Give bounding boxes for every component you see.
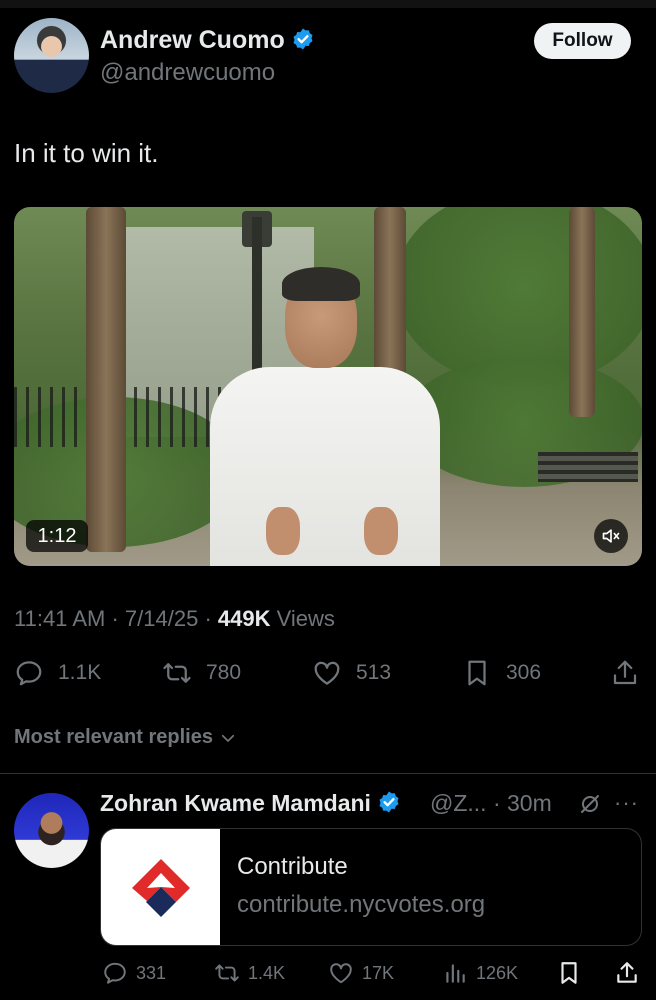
reply-like-action[interactable]: 17K <box>328 955 394 991</box>
reply-action[interactable]: 1.1K <box>14 655 101 691</box>
meta-dot: · <box>204 606 212 631</box>
repost-action[interactable]: 780 <box>162 655 241 691</box>
bookmark-action[interactable]: 306 <box>462 655 541 691</box>
reply-views-action[interactable]: 126K <box>442 955 518 991</box>
reply-bookmark-action[interactable] <box>556 955 590 991</box>
views-label: Views <box>276 606 335 631</box>
reply-count: 1.1K <box>58 661 102 684</box>
reply-icon <box>104 962 126 984</box>
bookmark-icon <box>468 660 486 686</box>
reply-share-action[interactable] <box>614 955 648 991</box>
link-card[interactable]: Contribute contribute.nycvotes.org <box>100 828 642 946</box>
like-count: 513 <box>356 661 392 684</box>
repost-count: 780 <box>206 661 242 684</box>
share-action[interactable] <box>610 655 654 691</box>
like-action[interactable]: 513 <box>312 655 391 691</box>
reply-handle-time[interactable]: @Z... · 30m <box>430 790 552 817</box>
verified-badge-icon <box>379 791 399 813</box>
tweet-meta: 11:41 AM · 7/14/25 · 449K Views <box>14 606 335 632</box>
reply-author-name[interactable]: Zohran Kwame Mamdani <box>100 790 371 816</box>
muted-speaker-icon <box>602 529 620 543</box>
analytics-icon <box>446 964 465 983</box>
tweet-time: 11:41 AM <box>14 606 106 631</box>
meta-dot: · <box>111 606 119 631</box>
share-icon <box>617 962 637 983</box>
link-card-title: Contribute <box>237 853 348 880</box>
author-avatar[interactable] <box>14 18 89 93</box>
link-card-domain: contribute.nycvotes.org <box>237 891 486 918</box>
reply-reply-count: 331 <box>136 962 167 983</box>
bookmark-icon <box>561 962 577 984</box>
bookmark-count: 306 <box>506 661 542 684</box>
share-icon <box>613 660 637 685</box>
repost-icon <box>163 663 191 683</box>
video-scene-bench <box>538 452 638 482</box>
replies-sort-dropdown[interactable]: Most relevant replies <box>14 726 237 749</box>
video-player[interactable]: 1:12 <box>14 207 642 566</box>
heart-icon <box>330 963 352 984</box>
video-duration: 1:12 <box>26 520 88 552</box>
tweet-text: In it to win it. <box>14 138 159 168</box>
video-person-hand <box>266 507 300 555</box>
video-person-hair <box>282 267 360 301</box>
grok-icon <box>581 795 599 813</box>
chevron-down-icon <box>221 734 235 742</box>
follow-button[interactable]: Follow <box>534 23 631 59</box>
author-name[interactable]: Andrew Cuomo <box>100 26 285 54</box>
author-name-row[interactable]: Andrew Cuomo <box>100 26 315 55</box>
reply-views-count: 126K <box>476 962 519 983</box>
nycvotes-logo-icon <box>131 859 190 917</box>
video-scene-tree-trunk <box>374 207 406 387</box>
reply-repost-count: 1.4K <box>248 962 286 983</box>
views-count: 449K <box>217 606 271 631</box>
reply-author-avatar[interactable] <box>14 793 89 868</box>
video-scene-tree-trunk <box>86 207 126 552</box>
video-scene-tree-trunk <box>569 207 595 417</box>
grok-button[interactable] <box>578 792 602 821</box>
mute-button[interactable] <box>594 519 628 553</box>
reply-icon <box>16 661 42 686</box>
reply-like-count: 17K <box>362 962 395 983</box>
author-handle[interactable]: @andrewcuomo <box>100 59 275 87</box>
link-card-image <box>101 829 220 945</box>
heart-icon <box>314 661 340 685</box>
reply-repost-action[interactable]: 1.4K <box>214 955 285 991</box>
replies-sort-label: Most relevant replies <box>14 726 213 748</box>
video-person-hand <box>364 507 398 555</box>
video-person-shirt <box>210 367 440 566</box>
section-divider <box>0 773 656 774</box>
top-strip <box>0 0 656 8</box>
more-options-button[interactable]: ··· <box>614 790 639 816</box>
reply-reply-action[interactable]: 331 <box>102 955 166 991</box>
tweet-date: 7/14/25 <box>124 606 199 631</box>
verified-badge-icon <box>293 28 313 50</box>
repost-icon <box>215 964 239 982</box>
reply-author-name-row[interactable]: Zohran Kwame Mamdani <box>100 790 401 817</box>
